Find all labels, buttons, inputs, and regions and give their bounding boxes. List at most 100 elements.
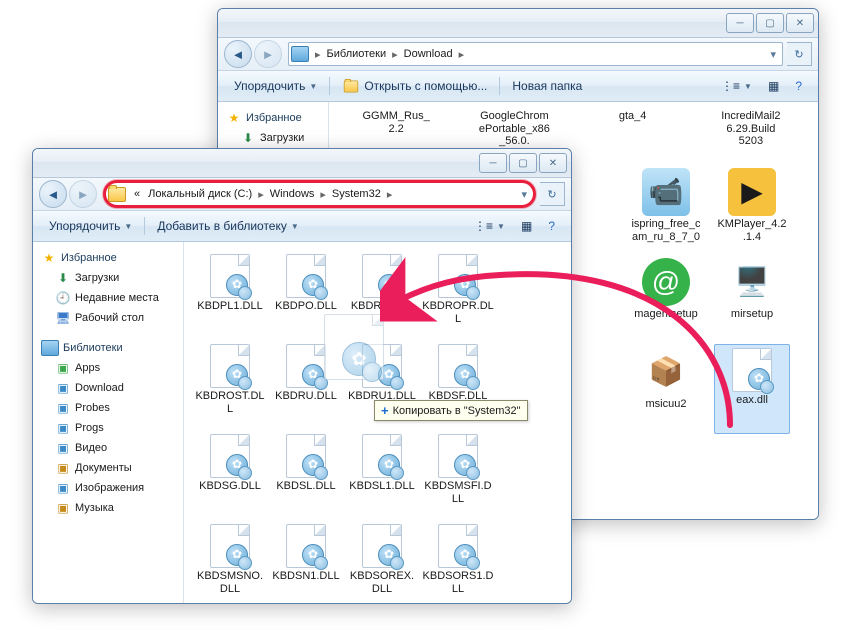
file-item[interactable]: @magentsetup [628, 254, 704, 344]
file-item[interactable]: ✿KBDPL1.DLL [192, 250, 268, 340]
download-icon: ⬇ [240, 130, 256, 146]
forward-button[interactable]: ► [69, 180, 97, 208]
divider [329, 77, 330, 95]
sidebar-item-apps[interactable]: ▣Apps [33, 358, 183, 378]
breadcrumb-item[interactable]: Библиотеки [323, 46, 391, 62]
maximize-button[interactable]: ▢ [509, 153, 537, 173]
dll-icon: ✿ [286, 254, 326, 298]
file-item[interactable]: ✿KBDROPR.DLL [420, 250, 496, 340]
file-item[interactable]: 📹ispring_free_cam_ru_8_7_0 [628, 164, 704, 254]
sidebar-item-progs[interactable]: ▣Progs [33, 418, 183, 438]
sidebar-favorites[interactable]: ★Избранное [218, 108, 328, 128]
help-button[interactable]: ? [540, 215, 563, 237]
new-folder-button[interactable]: Новая папка [504, 75, 590, 97]
file-item[interactable]: ✿KBDSN1.DLL [268, 520, 344, 604]
forward-button[interactable]: ► [254, 40, 282, 68]
folder-icon: ▣ [55, 360, 71, 376]
organize-button[interactable]: Упорядочить▼ [226, 75, 325, 97]
sidebar-item-downloads[interactable]: ⬇Загрузки [218, 128, 328, 148]
refresh-button[interactable]: ↻ [540, 182, 565, 206]
address-bar[interactable]: ▸ Библиотеки ▸ Download ▸ ▾ [288, 42, 783, 66]
chevron-right-icon: ▸ [385, 188, 395, 201]
sidebar-item-downloads[interactable]: ⬇Загрузки [33, 268, 183, 288]
sidebar-favorites[interactable]: ★Избранное [33, 248, 183, 268]
sidebar-item-documents[interactable]: ▣Документы [33, 458, 183, 478]
file-item[interactable]: 🖥️mirsetup [714, 254, 790, 344]
file-label: KBDSOREX.DLL [346, 570, 418, 595]
file-item[interactable]: ▶KMPlayer_4.2.1.4 [714, 164, 790, 254]
dropdown-icon[interactable]: ▾ [517, 188, 531, 201]
dll-icon: ✿ [286, 524, 326, 568]
open-with-button[interactable]: Открыть с помощью... [334, 75, 495, 98]
maximize-button[interactable]: ▢ [756, 13, 784, 33]
music-icon: ▣ [55, 500, 71, 516]
star-icon: ★ [226, 110, 242, 126]
dropdown-icon[interactable]: ▾ [766, 48, 780, 61]
folder-icon [344, 80, 358, 92]
folder-icon [108, 187, 126, 202]
minimize-button[interactable]: ─ [479, 153, 507, 173]
file-item-eax-dll[interactable]: ✿eax.dll [714, 344, 790, 434]
folder-icon: ▣ [55, 380, 71, 396]
view-options-button[interactable]: ⋮≡ ▼ [466, 215, 513, 237]
file-label: KBDRO.DLL [351, 300, 413, 313]
file-label: KBDSORS1.DLL [422, 570, 494, 595]
breadcrumb-item[interactable]: Локальный диск (C:) [144, 186, 256, 202]
file-item[interactable]: ✿KBDSL1.DLL [344, 430, 420, 520]
file-label: KBDSMSNO.DLL [194, 570, 266, 595]
organize-button[interactable]: Упорядочить▼ [41, 215, 140, 237]
titlebar[interactable]: ─ ▢ ✕ [33, 149, 571, 178]
folder-icon: ▣ [55, 400, 71, 416]
sidebar-item-recent[interactable]: 🕘Недавние места [33, 288, 183, 308]
view-options-button[interactable]: ⋮≡ ▼ [713, 75, 760, 97]
file-label: KBDSL1.DLL [349, 480, 414, 493]
back-button[interactable]: ◄ [224, 40, 252, 68]
file-item[interactable]: ✿ KBDSL.DLL [268, 430, 344, 520]
dll-icon: ✿ [438, 434, 478, 478]
dll-icon: ✿ [286, 434, 326, 478]
dll-icon: ✿ [732, 348, 772, 392]
file-item[interactable]: 📦msicuu2 [628, 344, 704, 434]
sidebar-item-probes[interactable]: ▣Probes [33, 398, 183, 418]
file-item[interactable]: ✿KBDSMSFI.DLL [420, 430, 496, 520]
navbar: ◄ ► ▸ Библиотеки ▸ Download ▸ ▾ ↻ [218, 38, 818, 71]
file-item[interactable]: ✿KBDSG.DLL [192, 430, 268, 520]
back-button[interactable]: ◄ [39, 180, 67, 208]
address-bar[interactable]: « Локальный диск (C:) ▸ Windows ▸ System… [103, 180, 536, 208]
sidebar-item-music[interactable]: ▣Музыка [33, 498, 183, 518]
file-label: KBDSL.DLL [276, 480, 335, 493]
document-icon: ▣ [55, 460, 71, 476]
file-label: KBDROST.DLL [194, 390, 266, 415]
file-area[interactable]: ✿ + Копировать в "System32" ✿KBDPL1.DLL✿… [184, 242, 571, 604]
preview-pane-button[interactable]: ▦ [760, 75, 787, 97]
help-button[interactable]: ? [787, 75, 810, 97]
file-label: KBDROPR.DLL [422, 300, 494, 325]
file-item[interactable]: ✿KBDROST.DLL [192, 340, 268, 430]
preview-pane-button[interactable]: ▦ [513, 215, 540, 237]
sidebar-item-desktop[interactable]: 🖥Рабочий стол [33, 308, 183, 328]
minimize-button[interactable]: ─ [726, 13, 754, 33]
sidebar-item-video[interactable]: ▣Видео [33, 438, 183, 458]
breadcrumb-prefix[interactable]: « [130, 186, 144, 202]
file-item[interactable]: gta_4 [595, 106, 671, 154]
file-item[interactable]: ✿KBDSMSNO.DLL [192, 520, 268, 604]
chevron-right-icon: ▸ [390, 48, 400, 61]
sidebar-libraries[interactable]: Библиотеки [33, 338, 183, 358]
close-button[interactable]: ✕ [786, 13, 814, 33]
refresh-button[interactable]: ↻ [787, 42, 812, 66]
file-item[interactable]: IncrediMail2 6.29.Build 5203 [713, 106, 789, 154]
file-item[interactable]: ✿KBDSOREX.DLL [344, 520, 420, 604]
breadcrumb-item[interactable]: System32 [328, 186, 385, 202]
sidebar-item-images[interactable]: ▣Изображения [33, 478, 183, 498]
close-button[interactable]: ✕ [539, 153, 567, 173]
library-icon [41, 340, 59, 356]
sidebar-item-download[interactable]: ▣Download [33, 378, 183, 398]
tooltip-text: Копировать в "System32" [393, 405, 521, 417]
titlebar[interactable]: ─ ▢ ✕ [218, 9, 818, 38]
file-item[interactable]: ✿KBDSORS1.DLL [420, 520, 496, 604]
file-item[interactable]: GoogleChromePortable_x86_56.0. [476, 106, 552, 154]
breadcrumb-item[interactable]: Download [400, 46, 457, 62]
add-to-library-button[interactable]: Добавить в библиотеку▼ [149, 215, 306, 237]
file-item[interactable]: GGMM_Rus_2.2 [358, 106, 434, 154]
breadcrumb-item[interactable]: Windows [266, 186, 319, 202]
